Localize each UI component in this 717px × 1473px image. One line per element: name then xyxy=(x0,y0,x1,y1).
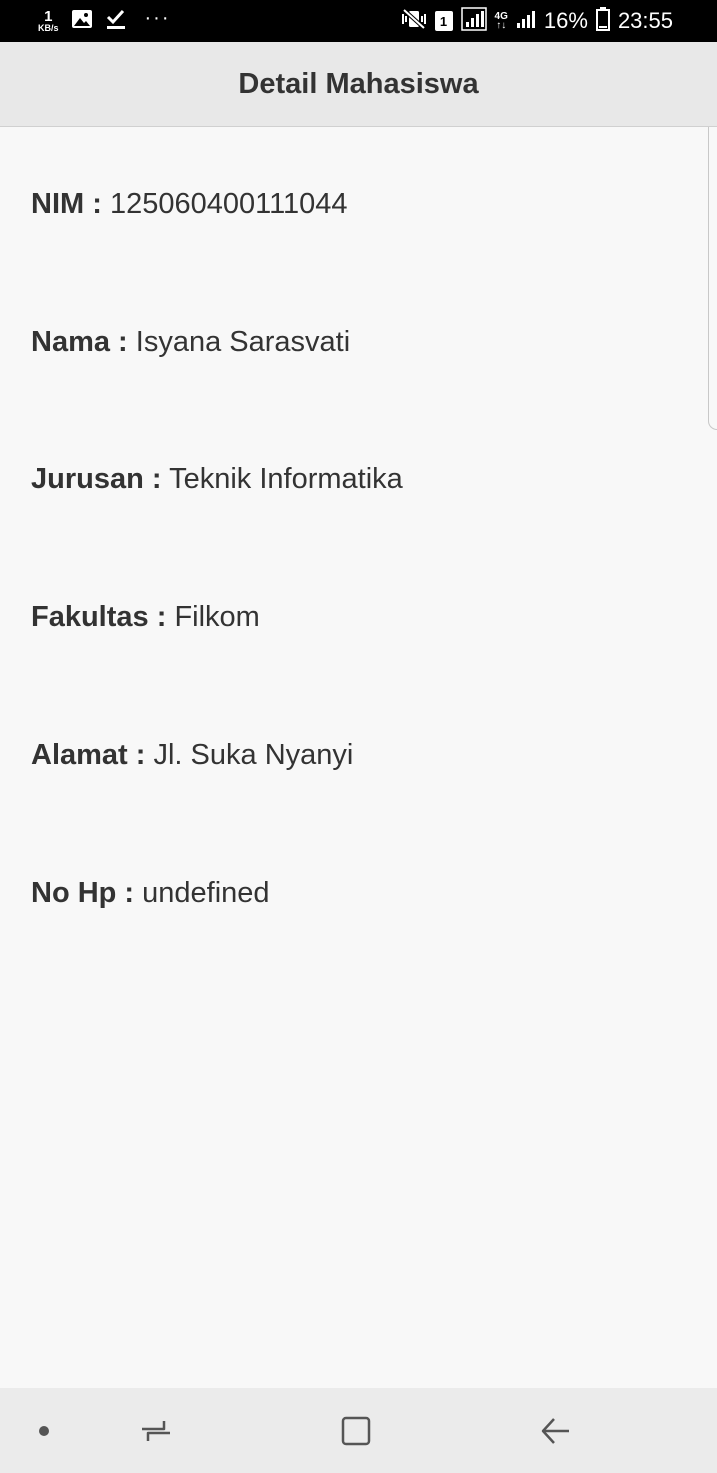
navigation-bar xyxy=(0,1388,717,1473)
network-type: 4G ↑↓ xyxy=(495,12,508,31)
detail-value-fakultas: Filkom xyxy=(174,601,260,633)
more-dots-icon: ··· xyxy=(144,6,171,29)
detail-row-nama: Nama : Isyana Sarasvati xyxy=(31,326,350,359)
detail-label-jurusan: Jurusan : xyxy=(31,463,162,495)
network-speed-unit: KB/s xyxy=(38,23,59,33)
detail-value-alamat: Jl. Suka Nyanyi xyxy=(153,739,354,771)
detail-label-nohp: No Hp : xyxy=(31,877,135,909)
back-icon[interactable] xyxy=(520,1388,592,1473)
sim-icon: 1 xyxy=(434,11,453,31)
detail-row-jurusan: Jurusan : Teknik Informatika xyxy=(31,463,403,496)
recent-apps-icon[interactable] xyxy=(120,1388,192,1473)
battery-icon xyxy=(595,6,610,36)
scroll-indicator[interactable] xyxy=(708,127,717,430)
mute-vibrate-icon xyxy=(401,8,427,35)
detail-value-jurusan: Teknik Informatika xyxy=(169,463,403,495)
detail-value-nim: 125060400111044 xyxy=(109,188,348,220)
detail-value-nohp: undefined xyxy=(142,877,270,909)
detail-label-alamat: Alamat : xyxy=(31,739,146,771)
clock: 23:55 xyxy=(617,8,673,33)
app-header: Detail Mahasiswa xyxy=(0,42,717,127)
detail-row-fakultas: Fakultas : Filkom xyxy=(31,601,260,634)
detail-label-fakultas: Fakultas : xyxy=(31,601,167,633)
dot-icon[interactable] xyxy=(24,1388,64,1473)
network-speed: 1 KB/s xyxy=(38,9,59,33)
detail-row-alamat: Alamat : Jl. Suka Nyanyi xyxy=(31,739,353,772)
check-icon xyxy=(105,8,127,35)
detail-label-nama: Nama : xyxy=(31,326,128,358)
signal-icon xyxy=(460,6,487,36)
detail-value-nama: Isyana Sarasvati xyxy=(135,326,351,358)
gallery-icon xyxy=(71,9,93,34)
network-speed-value: 1 xyxy=(44,8,53,25)
detail-content[interactable]: NIM : 125060400111044 Nama : Isyana Sara… xyxy=(0,127,717,1388)
status-bar-right: 1 4G ↑↓ 16% 23:55 xyxy=(401,0,673,42)
signal-strength-icon xyxy=(516,9,536,34)
home-icon[interactable] xyxy=(320,1388,392,1473)
status-bar-left: 1 KB/s ··· xyxy=(38,0,171,42)
detail-row-nohp: No Hp : undefined xyxy=(31,877,270,910)
network-activity-arrows: ↑↓ xyxy=(496,20,507,31)
page-title: Detail Mahasiswa xyxy=(238,67,479,100)
status-bar: 1 KB/s ··· 1 4G ↑↓ 16% 23:55 xyxy=(0,0,717,42)
battery-percent: 16% xyxy=(543,8,588,33)
detail-label-nim: NIM : xyxy=(31,188,102,220)
detail-row-nim: NIM : 125060400111044 xyxy=(31,188,348,221)
